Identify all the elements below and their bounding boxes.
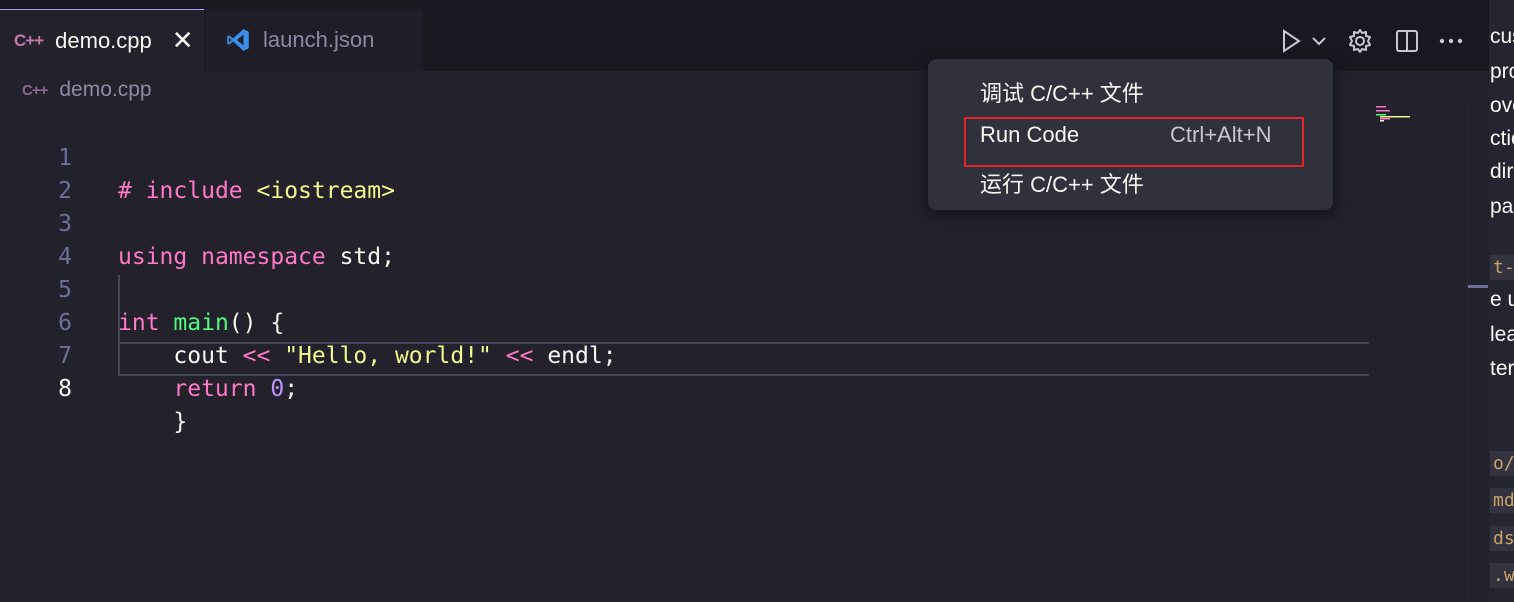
panel-text: cus [1490,25,1514,48]
panel-code: ds [1490,526,1514,551]
vscode-icon [225,27,251,53]
close-icon[interactable]: ✕ [172,25,194,56]
panel-code: .w [1490,563,1514,588]
breadcrumb-file: demo.cpp [59,78,152,101]
run-icon[interactable] [1276,26,1306,56]
cpp-icon: C++ [22,81,48,99]
tab-launch-json[interactable]: launch.json [205,9,423,71]
tab-demo-cpp[interactable]: C++ demo.cpp ✕ [0,9,204,71]
menu-item-label: 运行 C/C++ 文件 [980,172,1144,197]
code-token: ; [284,376,299,402]
panel-code: o/c [1490,451,1514,476]
panel-text: pa [1490,195,1514,218]
menu-item-label: 调试 C/C++ 文件 [980,81,1144,106]
tab-label: demo.cpp [55,27,152,53]
code-line: 6 cout << "Hello, world!" << endl; [0,274,1370,369]
panel-text: e u [1490,288,1514,311]
code-line: 5 int main() { [0,241,1370,336]
panel-code: t- [1490,255,1514,280]
more-actions-icon[interactable] [1436,25,1466,57]
panel-text: dire [1490,160,1514,183]
panel-text: ctic [1490,127,1514,150]
minimap[interactable] [1372,105,1420,125]
panel-text: lea [1490,323,1514,346]
split-editor-icon[interactable] [1392,25,1422,57]
gear-icon[interactable] [1344,25,1376,57]
line-number: 8 [58,376,72,402]
menu-item-run-cpp[interactable]: 运行 C/C++ 文件 [980,167,1144,199]
panel-text: ove [1490,94,1514,117]
breadcrumb[interactable]: C++ demo.cpp [22,78,152,102]
tab-label: launch.json [263,27,375,52]
highlight-box [964,117,1304,167]
panel-text: tera [1490,357,1514,380]
code-line: 7 return 0; [0,307,1370,402]
scrollbar-cursor-marker [1468,285,1488,288]
cpp-icon: C++ [14,30,44,50]
code-token: 0 [270,376,285,402]
code-token: } [118,409,188,435]
menu-item-debug-cpp[interactable]: 调试 C/C++ 文件 [980,76,1144,108]
code-line: 4 [0,208,1370,270]
chevron-down-icon[interactable] [1308,30,1330,52]
panel-text: pro [1490,60,1514,83]
side-panel: cus pro ove ctic dire pa t- e u lea tera… [1489,0,1514,602]
panel-code: md [1490,488,1514,513]
code-line: 8 } [0,340,1370,435]
code-token: return [173,376,257,402]
scrollbar[interactable] [1467,108,1490,602]
